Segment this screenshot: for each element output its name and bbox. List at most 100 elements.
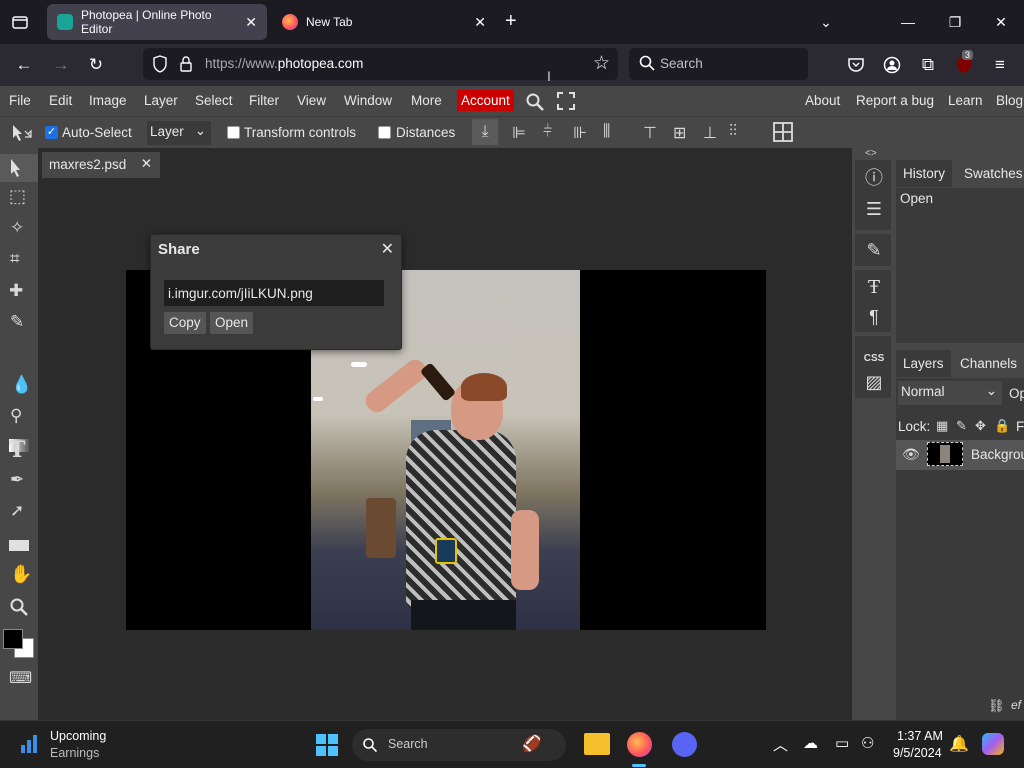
open-button[interactable]: Open [210,312,254,334]
clock-date[interactable]: 9/5/2024 [893,746,942,760]
window-close-icon[interactable]: ✕ [981,8,1021,36]
taskbar-search-box[interactable]: Search 🏈 [352,729,566,761]
copy-button[interactable]: Copy [164,312,206,334]
menu-learn[interactable]: Learn [948,93,983,108]
align-top-icon[interactable]: ⊤ [643,123,657,143]
distribute-v-icon[interactable]: ⫶⫶ [729,123,737,141]
menu-view[interactable]: View [297,93,326,108]
menu-image[interactable]: Image [89,93,127,108]
clock-time[interactable]: 1:37 AM [897,729,943,743]
reload-icon[interactable]: ↻ [85,54,107,76]
stocks-widget-icon[interactable] [20,733,40,755]
lock-transparency-icon[interactable]: ▦ [936,418,948,434]
battery-icon[interactable]: ⚇ [861,734,874,752]
brush-tool-icon[interactable]: ✎ [10,312,24,332]
tab-photopea[interactable]: Photopea | Online Photo Editor ✕ [47,4,267,40]
tab-new-tab[interactable]: New Tab ✕ [272,4,496,40]
marquee-tool-icon[interactable]: ⬚ [9,186,26,207]
lock-icon[interactable] [179,55,193,78]
layer-row[interactable]: 👁 Backgrou [896,440,1024,470]
menu-about[interactable]: About [805,93,840,108]
close-icon[interactable]: ✕ [381,239,394,259]
align-left-icon[interactable]: ⊫ [512,123,526,143]
menu-select[interactable]: Select [195,93,233,108]
eye-icon[interactable]: 👁 [902,446,920,463]
align-right-icon[interactable]: ⊪ [573,123,587,143]
discord-icon[interactable] [672,732,697,757]
bookmark-star-icon[interactable]: ☆ [593,52,610,75]
paragraph-icon[interactable]: ¶ [860,303,888,331]
info-icon[interactable]: ⓘ [860,163,888,191]
hand-tool-icon[interactable]: ✋ [10,564,32,585]
rectangle-tool-icon[interactable] [9,540,29,551]
menu-blog[interactable]: Blog [996,93,1023,108]
show-hidden-icons-chevron-icon[interactable]: ︿ [773,734,788,755]
url-text[interactable]: https://www.photopea.com [205,56,363,71]
transform-controls-checkbox[interactable] [227,126,240,139]
brush-settings-icon[interactable]: ✎ [860,236,888,264]
path-select-tool-icon[interactable]: ➚ [10,501,24,521]
widget-title[interactable]: Upcoming [50,729,106,743]
magic-wand-tool-icon[interactable]: ✧ [10,218,24,238]
zoom-tool-icon[interactable] [9,597,29,622]
lock-paint-icon[interactable]: ✎ [956,418,967,434]
firefox-icon[interactable] [627,732,652,757]
align-hcenter-icon[interactable]: ⫩ [543,123,552,141]
back-arrow-icon[interactable]: ← [13,54,35,76]
file-explorer-icon[interactable] [584,733,610,755]
tab-overflow-chevron-icon[interactable]: ⌄ [806,8,846,36]
keyboard-icon[interactable]: ⌨ [9,668,32,688]
hamburger-menu-icon[interactable]: ≡ [989,54,1011,76]
share-url-field[interactable] [164,280,384,306]
cloud-sync-icon[interactable]: ☁ [803,734,818,752]
forward-arrow-icon[interactable]: → [50,54,72,76]
menu-layer[interactable]: Layer [144,93,178,108]
image-icon[interactable]: ▨ [860,368,888,396]
shield-icon[interactable] [152,55,168,78]
foreground-color-swatch[interactable] [3,629,23,649]
collapse-arrows-icon[interactable]: <> [865,148,877,159]
menu-more[interactable]: More [411,93,442,108]
minimize-icon[interactable]: — [888,8,928,36]
menu-file[interactable]: File [9,93,31,108]
blur-tool-icon[interactable]: 💧 [11,375,32,395]
extensions-puzzle-icon[interactable]: ⧉ [917,54,939,76]
auto-select-checkbox[interactable]: ✓ [45,126,58,139]
maximize-icon[interactable]: ❐ [935,8,975,36]
tab-history[interactable]: History [896,160,953,187]
tab-layers[interactable]: Layers [896,350,951,377]
windows-start-icon[interactable] [316,734,338,761]
close-icon[interactable]: ✕ [474,14,486,31]
align-options-icon[interactable]: ⤓ [472,119,498,145]
account-icon[interactable] [881,54,903,76]
align-bottom-icon[interactable]: ⊥ [703,123,717,143]
blend-mode-select[interactable]: Normal ⌄ [898,381,1002,405]
menu-edit[interactable]: Edit [49,93,72,108]
pocket-icon[interactable] [845,54,867,76]
character-icon[interactable]: Ŧ [860,273,888,301]
history-item[interactable]: Open [900,191,933,206]
web-search-bar[interactable]: Search [629,48,808,80]
copilot-icon[interactable] [982,733,1004,755]
pen-tool-icon[interactable]: ✒ [10,470,24,490]
distribute-h-icon[interactable]: ⫼ [603,123,610,141]
distances-checkbox[interactable] [378,126,391,139]
effects-label[interactable]: ef [1011,698,1021,712]
display-icon[interactable]: ▭ [835,734,849,752]
lock-all-icon[interactable]: 🔒 [994,418,1010,434]
new-tab-button[interactable]: + [505,10,517,33]
menu-account[interactable]: Account [457,90,514,111]
close-icon[interactable]: ✕ [245,14,257,31]
grid-icon[interactable] [773,122,793,147]
tab-channels[interactable]: Channels [953,350,1024,377]
link-icon[interactable]: ⛓ [988,698,1005,714]
tab-swatches[interactable]: Swatches [957,160,1024,187]
notification-bell-icon[interactable]: 🔔 [949,734,969,754]
crop-tool-icon[interactable]: ⌗ [10,249,20,269]
dodge-tool-icon[interactable]: ⚲ [10,406,22,426]
type-tool-icon[interactable]: T [9,437,25,463]
menu-report-bug[interactable]: Report a bug [856,93,934,108]
auto-select-mode-select[interactable]: Layer ⌄ [147,121,211,145]
close-icon[interactable]: ✕ [141,156,152,172]
healing-tool-icon[interactable]: ✚ [9,281,23,301]
